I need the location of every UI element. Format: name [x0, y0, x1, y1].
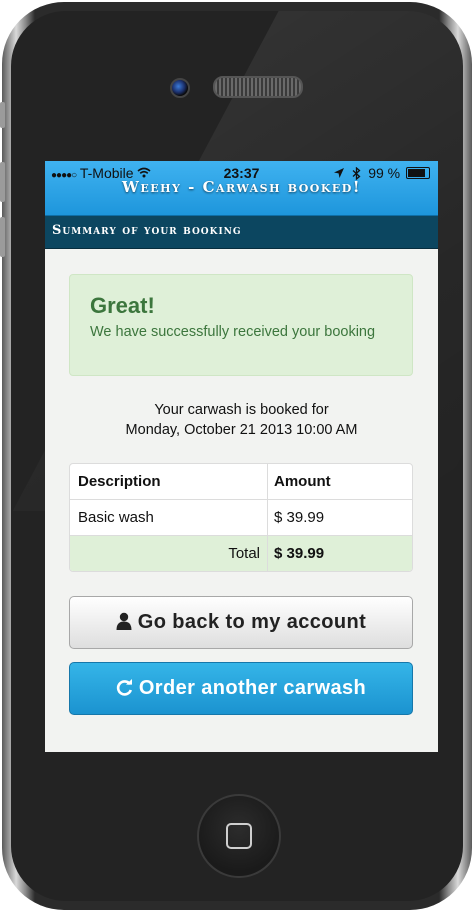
- total-amount: $ 39.99: [274, 545, 325, 562]
- row-amount: $ 39.99: [274, 509, 325, 526]
- volume-down-button: [0, 217, 5, 257]
- section-header: Summary of your booking: [45, 216, 438, 249]
- app-screen: ●●●●○ T-Mobile 23:37 99 % Weehy - Carwas…: [45, 161, 438, 752]
- home-square-icon: [226, 823, 252, 849]
- booking-info: Your carwash is booked for Monday, Octob…: [45, 400, 438, 440]
- mute-switch: [0, 102, 5, 128]
- volume-up-button: [0, 162, 5, 202]
- order-another-button[interactable]: Order another carwash: [69, 662, 413, 715]
- order-button-label: Order another carwash: [138, 677, 367, 699]
- total-label: Total: [70, 536, 268, 571]
- booking-datetime: Monday, October 21 2013 10:00 AM: [125, 422, 358, 438]
- alert-message: We have successfully received your booki…: [90, 324, 376, 340]
- success-alert: Great! We have successfully received you…: [69, 274, 413, 376]
- row-description: Basic wash: [70, 500, 268, 535]
- header-description: Description: [70, 464, 268, 499]
- table-total-row: Total $ 39.99: [70, 535, 412, 571]
- section-title: Summary of your booking: [52, 223, 242, 238]
- account-button-label: Go back to my account: [137, 611, 367, 633]
- header-amount: Amount: [274, 473, 331, 490]
- summary-table: Description Amount Basic wash $ 39.99 To…: [69, 463, 413, 572]
- booking-line-1: Your carwash is booked for: [154, 402, 329, 418]
- app-title: Weehy - Carwash booked!: [122, 178, 361, 196]
- earpiece-speaker: [213, 76, 303, 98]
- refresh-icon: [116, 679, 132, 696]
- alert-title: Great!: [90, 293, 155, 318]
- home-button[interactable]: [197, 794, 281, 878]
- table-header-row: Description Amount: [70, 464, 412, 499]
- go-back-account-button[interactable]: Go back to my account: [69, 596, 413, 649]
- user-icon: [116, 612, 132, 630]
- header-bar: ●●●●○ T-Mobile 23:37 99 % Weehy - Carwas…: [45, 161, 438, 216]
- front-camera: [170, 78, 190, 98]
- location-arrow-icon: [334, 168, 345, 178]
- table-row: Basic wash $ 39.99: [70, 499, 412, 535]
